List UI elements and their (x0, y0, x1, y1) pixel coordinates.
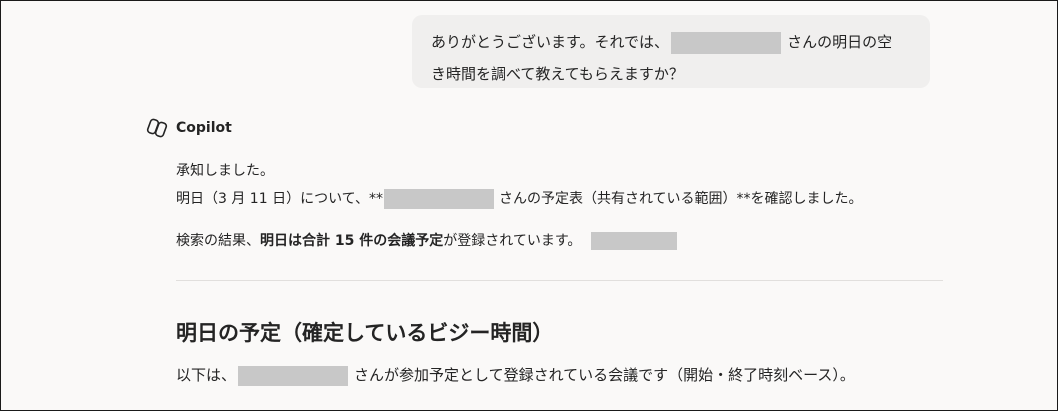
copilot-logo-icon (146, 118, 168, 138)
redacted-name (383, 189, 494, 209)
redacted-name (671, 31, 782, 54)
redacted-name (238, 365, 349, 386)
result-text-1: 検索の結果、 (176, 233, 260, 249)
assistant-intro-line: 以下は、 さんが参加予定として登録されている会議です（開始・終了時刻ベース）。 (176, 364, 855, 386)
user-message-bubble: ありがとうございます。それでは、 さんの明日の空 き時間を調べて教えてもらえますか… (412, 15, 930, 88)
user-message-text-1: ありがとうございます。それでは、 (431, 33, 670, 51)
date-line-text-1: 明日（3 月 11 日）について、** (176, 191, 383, 207)
user-message-line-2: き時間を調べて教えてもらえますか？ (431, 65, 684, 83)
result-text-bold: 明日は合計 15 件の会議予定 (260, 233, 444, 249)
user-message-line-1: ありがとうございます。それでは、 さんの明日の空 (431, 26, 910, 58)
result-text-2: が登録されています。 (443, 233, 582, 249)
date-line-text-2: さんの予定表（共有されている範囲）**を確認しました。 (498, 191, 863, 207)
assistant-date-line: 明日（3 月 11 日）について、** さんの予定表（共有されている範囲）**を確… (176, 188, 863, 209)
assistant-result-line: 検索の結果、明日は合計 15 件の会議予定が登録されています。 (176, 230, 678, 250)
chat-window: ありがとうございます。それでは、 さんの明日の空 き時間を調べて教えてもらえますか… (0, 0, 1058, 411)
assistant-name: Copilot (176, 120, 232, 136)
user-message-text-2: さんの明日の空 (787, 33, 893, 51)
intro-text-2: さんが参加予定として登録されている会議です（開始・終了時刻ベース）。 (354, 366, 855, 384)
intro-text-1: 以下は、 (176, 366, 237, 384)
copilot-header: Copilot (146, 117, 232, 139)
section-heading: 明日の予定（確定しているビジー時間） (176, 321, 554, 345)
assistant-ack: 承知しました。 (176, 163, 274, 179)
section-divider (176, 280, 943, 281)
redacted-content (591, 232, 678, 250)
